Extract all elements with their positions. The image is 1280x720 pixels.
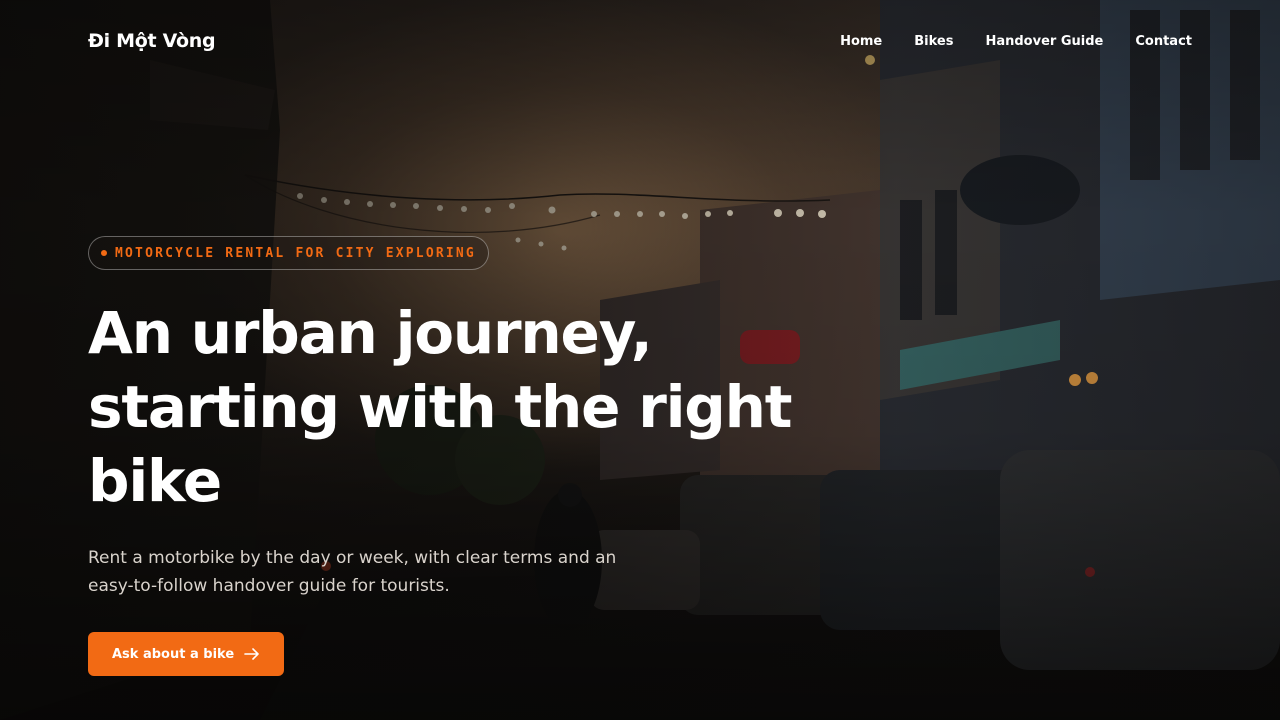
hero-headline: An urban journey, starting with the righ… [88,299,792,515]
dot-icon [101,250,107,256]
hero-section: MOTORCYCLE RENTAL FOR CITY EXPLORING An … [88,236,888,676]
eyebrow-badge: MOTORCYCLE RENTAL FOR CITY EXPLORING [88,236,489,270]
hero-subtitle: Rent a motorbike by the day or week, wit… [88,548,617,596]
ask-about-bike-button[interactable]: Ask about a bike [88,632,285,676]
nav-links: Home Bikes Handover Guide Contact [840,34,1192,49]
eyebrow-text: MOTORCYCLE RENTAL FOR CITY EXPLORING [115,245,476,261]
cta-label: Ask about a bike [112,646,235,662]
arrow-right-icon [244,648,260,660]
top-navigation: Đi Một Vòng Home Bikes Handover Guide Co… [88,24,1192,58]
nav-link-bikes[interactable]: Bikes [914,34,953,49]
nav-link-home[interactable]: Home [840,34,882,49]
nav-link-contact[interactable]: Contact [1135,34,1192,49]
nav-link-handover-guide[interactable]: Handover Guide [985,34,1103,49]
brand-logo[interactable]: Đi Một Vòng [88,30,216,52]
